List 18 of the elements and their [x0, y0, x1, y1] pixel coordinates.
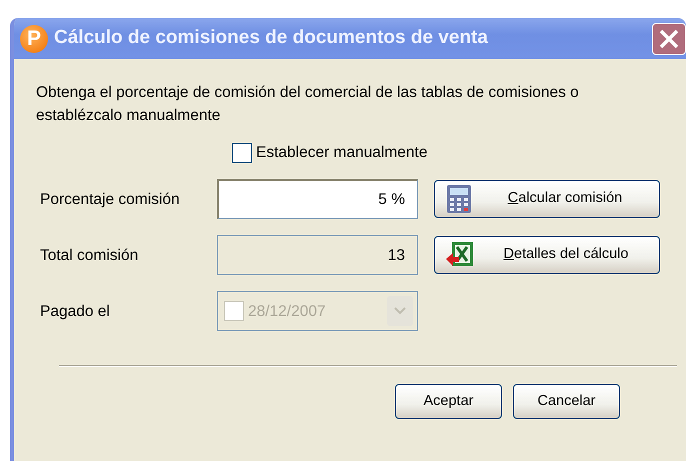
checkbox-label[interactable]: Establecer manualmente: [256, 141, 428, 164]
close-icon: [658, 28, 680, 50]
percentage-field[interactable]: 5 %: [217, 179, 418, 220]
field-label: Pagado el: [39, 302, 111, 322]
field-label: Porcentaje comisión: [39, 190, 181, 210]
close-button[interactable]: [652, 22, 686, 54]
field-label: Total comisión: [39, 246, 140, 266]
accept-button[interactable]: Aceptar: [395, 384, 502, 420]
calculate-button[interactable]: Calcular comisión: [434, 180, 660, 218]
description-text: Obtenga el porcentaje de comisión del comercial de las tablas de comisiones o establézcalo manualmente: [35, 83, 580, 126]
date-picker: 28/12/2007: [217, 291, 418, 332]
chevron-down-icon: [394, 307, 406, 316]
window-title: Cálculo de comisiones de documentos de venta: [54, 26, 489, 50]
calculator-icon: [445, 184, 473, 214]
total-field: 13: [217, 235, 418, 276]
app-logo-icon: P: [20, 24, 48, 52]
manual-checkbox[interactable]: [232, 142, 252, 163]
cancel-button[interactable]: Cancelar: [513, 384, 620, 420]
